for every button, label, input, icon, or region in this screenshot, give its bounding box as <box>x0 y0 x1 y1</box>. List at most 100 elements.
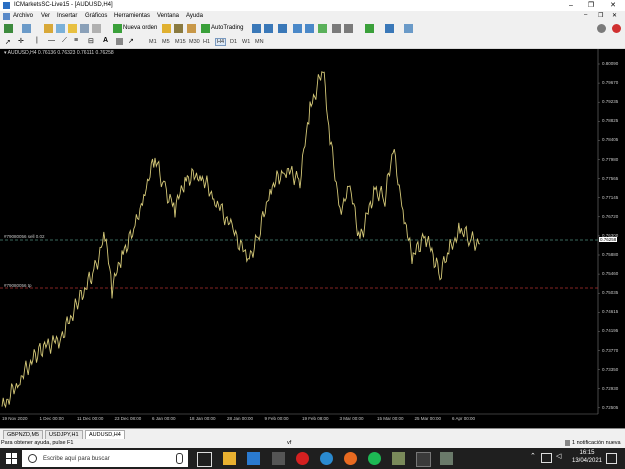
menu-ventana[interactable]: Ventana <box>157 12 179 21</box>
menu-insertar[interactable]: Insertar <box>57 12 77 21</box>
time-tick-label: 18 Jan 00:00 <box>189 416 216 421</box>
price-tick-label: 0.78825 <box>602 118 619 124</box>
cursor-icon[interactable]: ➚ <box>5 38 11 46</box>
windows-start-icon[interactable] <box>6 453 17 464</box>
timeframe-m30[interactable]: M30 <box>189 39 200 45</box>
navigator-icon[interactable] <box>68 24 77 33</box>
autotrading-icon[interactable] <box>201 24 210 33</box>
taskbar-search-input[interactable]: Escribe aquí para buscar <box>43 456 110 462</box>
fibonacci-icon[interactable]: ⊟ <box>88 37 94 45</box>
minimize-button[interactable]: – <box>561 0 581 11</box>
mail-icon[interactable] <box>247 452 260 465</box>
file-explorer-icon[interactable] <box>223 452 236 465</box>
volume-icon[interactable]: ◁ <box>556 452 561 460</box>
show-hidden-icons-icon[interactable]: ⌃ <box>530 452 536 460</box>
new-chart-icon[interactable] <box>4 24 13 33</box>
metaeditor-icon[interactable] <box>162 24 171 33</box>
chart-shift-icon[interactable] <box>332 24 341 33</box>
action-center-icon[interactable] <box>606 453 617 464</box>
metatrader-icon[interactable] <box>392 452 405 465</box>
store-icon[interactable] <box>272 452 285 465</box>
timeframe-m1[interactable]: M1 <box>149 39 157 45</box>
menu-ver[interactable]: Ver <box>41 12 50 21</box>
autotrading-button[interactable]: AutoTrading <box>211 25 243 31</box>
timeframe-h1[interactable]: H1 <box>203 39 210 45</box>
market-icon[interactable] <box>187 24 196 33</box>
vertical-line-icon[interactable]: | <box>36 37 38 44</box>
menu-restore-button[interactable]: ❐ <box>598 12 603 19</box>
menu-herramientas[interactable]: Herramientas <box>114 12 150 21</box>
data-window-icon[interactable] <box>56 24 65 33</box>
signals-icon[interactable] <box>174 24 183 33</box>
timeframe-mn[interactable]: MN <box>255 39 264 45</box>
notifications-icon[interactable] <box>612 24 621 33</box>
time-tick-label: 3 Mar 00:00 <box>339 416 364 421</box>
tp-line-label: #79080056 tp <box>4 283 32 288</box>
tile-windows-icon[interactable] <box>318 24 327 33</box>
window-title: ICMarketsSC-Live15 - [AUDUSD,H4] <box>14 2 113 8</box>
new-order-icon[interactable] <box>113 24 122 33</box>
close-button[interactable]: ✕ <box>603 0 623 11</box>
equidistant-channel-icon[interactable]: ≡ <box>74 37 78 44</box>
time-tick-label: 6 Jan 00:00 <box>152 416 176 421</box>
time-tick-label: 1 Dec 00:00 <box>39 416 64 421</box>
price-plot[interactable] <box>0 49 625 428</box>
menu-graficos[interactable]: Gráficos <box>85 12 107 21</box>
crosshair-icon[interactable]: ✛ <box>18 37 24 45</box>
timeframe-w1[interactable]: W1 <box>242 39 250 45</box>
terminal-icon[interactable] <box>440 452 453 465</box>
periods-icon[interactable] <box>385 24 394 33</box>
price-chart[interactable]: ▾ AUDUSD,H4 0.76136 0.76323 0.76111 0.76… <box>0 49 625 428</box>
menu-ayuda[interactable]: Ayuda <box>186 12 203 21</box>
bar-chart-icon[interactable] <box>252 24 261 33</box>
price-tick-label: 0.75880 <box>602 252 619 257</box>
trendline-icon[interactable]: ⟋ <box>62 37 67 45</box>
menu-close-button[interactable]: ✕ <box>612 12 617 19</box>
microphone-icon[interactable] <box>176 453 183 464</box>
arrows-tool-icon[interactable]: ↗ <box>128 37 134 45</box>
taskbar-clock-date[interactable]: 13/04/2021 <box>567 458 607 464</box>
opera-icon[interactable] <box>296 452 309 465</box>
menu-archivo[interactable]: Archivo <box>13 12 33 21</box>
horizontal-line-icon[interactable]: — <box>48 37 55 44</box>
candlestick-chart-icon[interactable] <box>264 24 273 33</box>
status-notification-text[interactable]: 1 notificación nueva <box>572 440 621 446</box>
taskbar-clock-time[interactable]: 16:15 <box>567 450 607 456</box>
zoom-out-icon[interactable] <box>305 24 314 33</box>
price-series <box>1 71 481 409</box>
line-chart-icon[interactable] <box>278 24 287 33</box>
task-view-icon[interactable] <box>197 452 212 467</box>
price-tick-label: 0.73350 <box>602 366 619 372</box>
timeframe-m15[interactable]: M15 <box>175 39 186 45</box>
menu-minimize-button[interactable]: – <box>584 12 587 18</box>
search-icon[interactable] <box>597 24 606 33</box>
text-tool-icon[interactable]: A <box>103 37 108 44</box>
terminal-panel-icon[interactable] <box>80 24 89 33</box>
time-tick-label: 19 Feb 08:00 <box>302 416 329 421</box>
label-tool-icon[interactable] <box>116 38 123 45</box>
price-tick-label: 0.79235 <box>602 99 619 105</box>
timeframe-m5[interactable]: M5 <box>162 39 170 45</box>
network-icon[interactable] <box>541 453 552 463</box>
autoscroll-icon[interactable] <box>344 24 353 33</box>
price-tick-label: 0.74615 <box>602 309 619 315</box>
templates-icon[interactable] <box>404 24 413 33</box>
firefox-icon[interactable] <box>344 452 357 465</box>
chart-doc-icon[interactable] <box>3 13 10 20</box>
app-icon[interactable] <box>416 452 431 467</box>
price-tick-label: 0.72930 <box>602 385 619 391</box>
indicators-icon[interactable] <box>365 24 374 33</box>
strategy-tester-icon[interactable] <box>92 24 101 33</box>
spotify-icon[interactable] <box>368 452 381 465</box>
market-watch-icon[interactable] <box>44 24 53 33</box>
price-tick-label: 0.76720 <box>602 213 619 219</box>
timeframe-d1[interactable]: D1 <box>230 39 237 45</box>
new-order-button[interactable]: Nueva orden <box>123 25 157 31</box>
profiles-icon[interactable] <box>22 24 31 33</box>
notification-bell-icon[interactable] <box>565 440 570 446</box>
timeframe-h4[interactable]: H4 <box>215 38 227 46</box>
maximize-button[interactable]: ❐ <box>581 0 601 11</box>
price-tick-label: 0.80090 <box>602 61 619 66</box>
edge-icon[interactable] <box>320 452 333 465</box>
zoom-in-icon[interactable] <box>293 24 302 33</box>
